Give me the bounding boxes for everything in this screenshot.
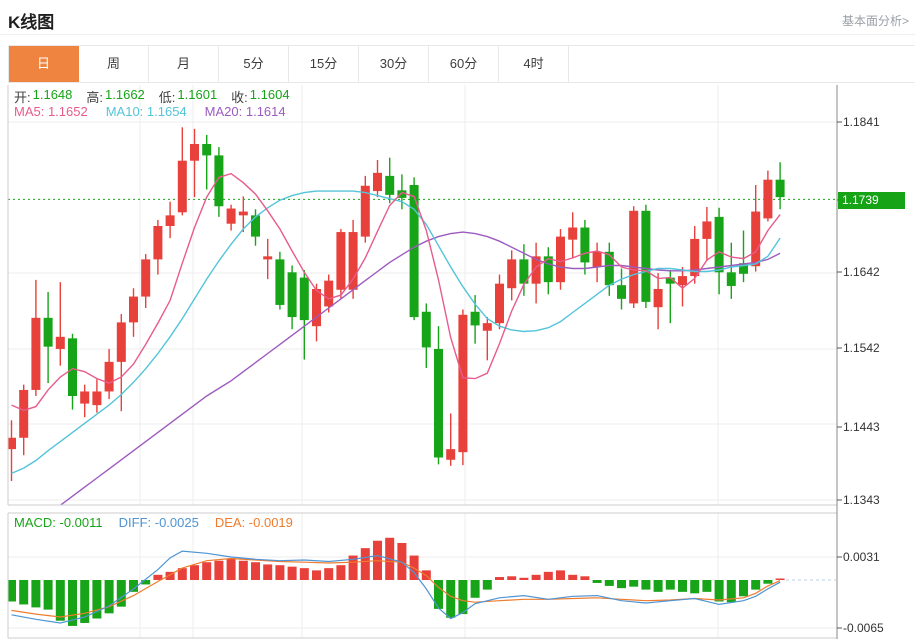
dea-value: DEA: -0.0019 [215,515,293,530]
y-axis-label: 1.1841 [843,114,913,130]
macd-legend: MACD: -0.0011 DIFF: -0.0025 DEA: -0.0019 [14,515,293,530]
diff-value: DIFF: -0.0025 [119,515,199,530]
y-axis-label: 1.1443 [843,419,913,435]
ma10-legend: MA10: 1.1654 [106,104,187,119]
current-price-badge: 1.1739 [838,192,905,209]
macd-axis-label: 0.0031 [843,549,913,565]
y-axis-label: 1.1642 [843,264,913,280]
y-axis-label: 1.1343 [843,492,913,508]
ma-legend: MA5: 1.1652 MA10: 1.1654 MA20: 1.1614 [14,104,286,119]
macd-value: MACD: -0.0011 [14,515,103,530]
y-axis-label: 1.1542 [843,340,913,356]
ma5-legend: MA5: 1.1652 [14,104,88,119]
macd-axis-label: -0.0065 [843,620,913,636]
ma20-legend: MA20: 1.1614 [205,104,286,119]
kline-page: K线图 基本面分析> 日 周 月 5分 15分 30分 60分 4时 开:1.1… [0,0,915,640]
